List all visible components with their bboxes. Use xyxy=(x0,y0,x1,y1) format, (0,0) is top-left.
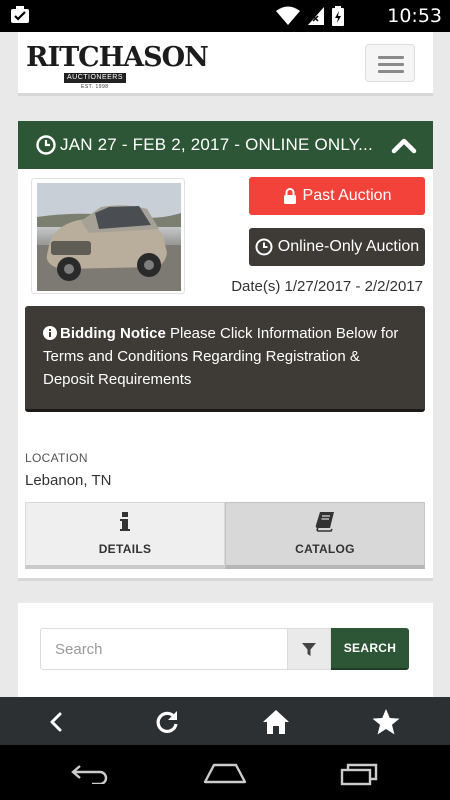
tab-details-label: DETAILS xyxy=(98,542,152,556)
tab-details[interactable]: DETAILS xyxy=(25,502,225,569)
wifi-icon xyxy=(276,6,300,25)
system-nav-bar xyxy=(0,745,450,800)
logo-est: EST. 1998 xyxy=(81,84,109,90)
menu-bar-icon xyxy=(378,56,404,59)
info-icon xyxy=(120,512,130,531)
status-bar: 10:53 xyxy=(0,0,450,32)
nav-recents-icon[interactable] xyxy=(340,762,378,786)
battery-icon xyxy=(332,6,344,26)
logo-wordmark: RITCHASON xyxy=(26,42,209,73)
browser-toolbar xyxy=(0,697,450,745)
site-header: RITCHASON AUCTIONEERS EST. 1998 xyxy=(18,32,433,96)
search-input[interactable] xyxy=(40,628,288,670)
ritchason-logo[interactable]: RITCHASON AUCTIONEERS EST. 1998 xyxy=(26,42,209,91)
clock-icon xyxy=(255,238,273,256)
refresh-icon[interactable] xyxy=(152,707,182,737)
clock-time: 10:53 xyxy=(387,5,442,27)
auction-title: JAN 27 - FEB 2, 2017 - ONLINE ONLY... xyxy=(60,135,373,154)
book-icon xyxy=(315,512,334,532)
search-button[interactable]: SEARCH xyxy=(331,628,409,670)
location-value: Lebanon, TN xyxy=(25,472,112,489)
filter-button[interactable] xyxy=(288,628,331,670)
auction-tabs: DETAILS CATALOG xyxy=(25,502,425,569)
tab-catalog-label: CATALOG xyxy=(295,542,355,556)
auction-header[interactable]: JAN 27 - FEB 2, 2017 - ONLINE ONLY... xyxy=(18,121,433,169)
home-icon[interactable] xyxy=(261,707,291,737)
filter-icon xyxy=(302,643,316,656)
chevron-up-icon[interactable] xyxy=(391,135,417,155)
hamburger-menu-button[interactable] xyxy=(365,44,415,82)
search-panel: SEARCH xyxy=(18,603,433,697)
vehicle-thumbnail[interactable] xyxy=(31,178,185,294)
nav-back-icon[interactable] xyxy=(70,762,112,784)
star-icon[interactable] xyxy=(371,707,401,737)
menu-bar-icon xyxy=(378,70,404,73)
bidding-notice[interactable]: Bidding Notice Please Click Information … xyxy=(25,306,425,412)
back-icon[interactable] xyxy=(42,707,72,737)
auction-dates: Date(s) 1/27/2017 - 2/2/2017 xyxy=(231,278,423,295)
lock-icon xyxy=(283,188,296,204)
tab-catalog[interactable]: CATALOG xyxy=(225,502,425,569)
notice-heading: Bidding Notice xyxy=(60,325,166,342)
cell-signal-icon xyxy=(308,7,324,25)
auction-card: JAN 27 - FEB 2, 2017 - ONLINE ONLY... Pa… xyxy=(18,121,433,581)
menu-bar-icon xyxy=(378,63,404,66)
online-only-label: Online-Only Auction xyxy=(277,238,420,255)
nav-home-icon[interactable] xyxy=(202,762,248,784)
info-circle-icon xyxy=(43,326,57,340)
online-only-button[interactable]: Online-Only Auction xyxy=(249,228,425,266)
clock-icon xyxy=(36,135,56,155)
vehicle-photo xyxy=(37,183,181,291)
notification-icon xyxy=(11,6,29,23)
past-auction-button[interactable]: Past Auction xyxy=(249,177,425,215)
past-auction-label: Past Auction xyxy=(302,187,392,204)
logo-banner: AUCTIONEERS xyxy=(64,73,126,83)
location-label: LOCATION xyxy=(25,451,88,465)
